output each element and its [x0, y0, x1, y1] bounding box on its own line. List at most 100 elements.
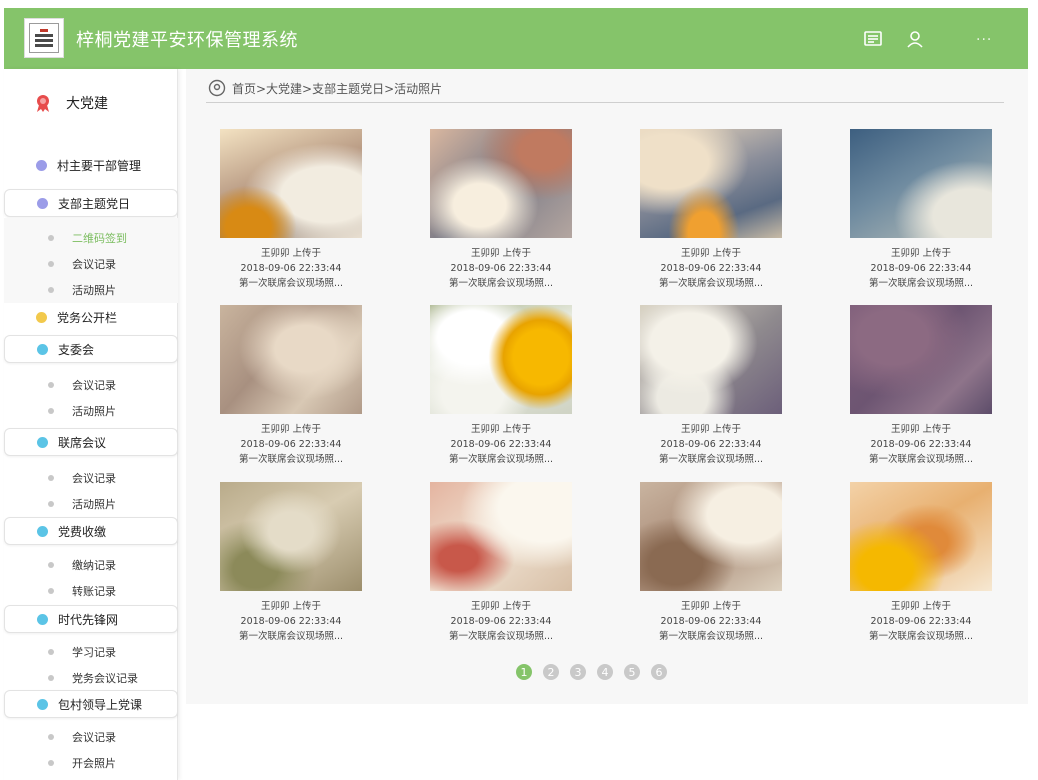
app-title: 梓桐党建平安环保管理系统 — [76, 30, 298, 51]
nav-group-label: 联席会议 — [58, 435, 107, 450]
page-button-6[interactable]: 6 — [651, 664, 667, 680]
nav-item-label: 党务会议记录 — [72, 672, 138, 685]
nav-item-label: 会议记录 — [72, 379, 116, 392]
message-icon[interactable] — [862, 28, 884, 50]
nav-item-affairs-meeting-records[interactable]: 党务会议记录 — [4, 667, 178, 689]
photo-uploader: 王卯卯 上传于 — [260, 601, 322, 612]
photo-time: 2018-09-06 22:33:44 — [240, 263, 342, 274]
nav-group-label: 党务公开栏 — [57, 310, 118, 325]
photo-thumbnail[interactable] — [430, 482, 572, 591]
nav-item-label: 活动照片 — [72, 498, 116, 511]
photo-thumbnail[interactable] — [220, 129, 362, 238]
photo-thumbnail[interactable] — [640, 482, 782, 591]
photo-card: 王卯卯 上传于 2018-09-06 22:33:44 第一次联席会议现场照... — [850, 129, 992, 291]
photo-caption: 第一次联席会议现场照... — [658, 631, 764, 642]
nav-group-joint-meeting[interactable]: 联席会议 — [4, 428, 178, 456]
page-button-3[interactable]: 3 — [570, 664, 586, 680]
photo-caption: 第一次联席会议现场照... — [868, 631, 974, 642]
photo-thumbnail[interactable] — [640, 129, 782, 238]
nav-group-label: 支部主题党日 — [58, 196, 131, 211]
dot-icon — [37, 525, 48, 537]
nav-item-label: 转账记录 — [72, 585, 116, 598]
photo-caption: 第一次联席会议现场照... — [448, 454, 554, 465]
photo-thumbnail[interactable] — [430, 129, 572, 238]
photo-thumbnail[interactable] — [850, 305, 992, 414]
nav-item-qr-signin[interactable]: 二维码签到 — [4, 227, 178, 249]
divider — [206, 102, 1004, 103]
photo-card: 王卯卯 上传于 2018-09-06 22:33:44 第一次联席会议现场照... — [640, 482, 782, 644]
sidebar-brand[interactable]: 大党建 — [34, 93, 108, 113]
nav-group-village-leader-lesson[interactable]: 包村领导上党课 — [4, 690, 178, 718]
photo-uploader: 王卯卯 上传于 — [260, 248, 322, 259]
nav-group-pioneer-net[interactable]: 时代先锋网 — [4, 605, 178, 633]
nav-item-meeting-records[interactable]: 会议记录 — [4, 374, 178, 396]
nav-item-transfer-records[interactable]: 转账记录 — [4, 580, 178, 602]
photo-thumbnail[interactable] — [850, 129, 992, 238]
dot-icon — [37, 698, 48, 710]
photo-caption: 第一次联席会议现场照... — [868, 278, 974, 289]
photo-uploader: 王卯卯 上传于 — [470, 248, 532, 259]
nav-group-label: 时代先锋网 — [58, 612, 119, 627]
photo-card: 王卯卯 上传于 2018-09-06 22:33:44 第一次联席会议现场照... — [220, 482, 362, 644]
nav-item-label: 缴纳记录 — [72, 559, 116, 572]
page-button-4[interactable]: 4 — [597, 664, 613, 680]
nav-item-study-records[interactable]: 学习记录 — [4, 641, 178, 663]
nav-item-activity-photos[interactable]: 活动照片 — [4, 400, 178, 422]
nav-group-affairs[interactable]: 党务公开栏 — [4, 303, 178, 331]
nav-item-meeting-photos[interactable]: 开会照片 — [4, 752, 178, 774]
page-button-1[interactable]: 1 — [516, 664, 532, 680]
photo-thumbnail[interactable] — [430, 305, 572, 414]
nav-item-label: 二维码签到 — [72, 232, 127, 245]
photo-uploader: 王卯卯 上传于 — [890, 424, 952, 435]
dot-icon — [36, 311, 47, 323]
nav-item-meeting-records[interactable]: 会议记录 — [4, 726, 178, 748]
nav-group-committee[interactable]: 支委会 — [4, 335, 178, 363]
photo-card: 王卯卯 上传于 2018-09-06 22:33:44 第一次联席会议现场照... — [220, 305, 362, 467]
photo-time: 2018-09-06 22:33:44 — [450, 263, 552, 274]
nav-group-label: 村主要干部管理 — [57, 158, 142, 173]
photo-thumbnail[interactable] — [850, 482, 992, 591]
photo-thumbnail[interactable] — [220, 305, 362, 414]
photo-caption: 第一次联席会议现场照... — [238, 278, 344, 289]
nav-item-meeting-records[interactable]: 会议记录 — [4, 253, 178, 275]
nav-item-activity-photos[interactable]: 活动照片 — [4, 279, 178, 301]
photo-time: 2018-09-06 22:33:44 — [660, 439, 762, 450]
breadcrumb-text: 首页>大党建>支部主题党日>活动照片 — [232, 81, 443, 96]
more-icon[interactable]: ··· — [976, 32, 992, 48]
photo-card: 王卯卯 上传于 2018-09-06 22:33:44 第一次联席会议现场照... — [640, 129, 782, 291]
photo-time: 2018-09-06 22:33:44 — [660, 616, 762, 627]
nav-group-theme-day[interactable]: 支部主题党日 — [4, 189, 178, 217]
photo-uploader: 王卯卯 上传于 — [890, 248, 952, 259]
page-button-2[interactable]: 2 — [543, 664, 559, 680]
photo-card: 王卯卯 上传于 2018-09-06 22:33:44 第一次联席会议现场照... — [850, 482, 992, 644]
photo-uploader: 王卯卯 上传于 — [680, 424, 742, 435]
dot-icon — [37, 343, 48, 355]
nav-item-activity-photos[interactable]: 活动照片 — [4, 493, 178, 515]
nav-group-party-dues[interactable]: 党费收缴 — [4, 517, 178, 545]
nav-item-label: 学习记录 — [72, 646, 116, 659]
photo-caption: 第一次联席会议现场照... — [238, 454, 344, 465]
user-icon[interactable] — [904, 28, 926, 50]
photo-time: 2018-09-06 22:33:44 — [450, 439, 552, 450]
dot-icon — [36, 159, 47, 171]
photo-thumbnail[interactable] — [220, 482, 362, 591]
dot-icon — [37, 197, 48, 209]
photo-thumbnail[interactable] — [640, 305, 782, 414]
nav-item-label: 会议记录 — [72, 258, 116, 271]
brand-label: 大党建 — [66, 96, 108, 112]
nav-item-payment-records[interactable]: 缴纳记录 — [4, 554, 178, 576]
nav-item-label: 开会照片 — [72, 757, 116, 770]
nav-item-label: 会议记录 — [72, 731, 116, 744]
dot-icon — [37, 436, 48, 448]
page-button-5[interactable]: 5 — [624, 664, 640, 680]
photo-caption: 第一次联席会议现场照... — [658, 454, 764, 465]
photo-time: 2018-09-06 22:33:44 — [870, 263, 972, 274]
photo-time: 2018-09-06 22:33:44 — [870, 616, 972, 627]
top-header: 梓桐党建平安环保管理系统 ··· — [4, 8, 1028, 69]
nav-group-cadre[interactable]: 村主要干部管理 — [4, 151, 178, 179]
breadcrumb: 首页>大党建>支部主题党日>活动照片 — [208, 79, 442, 97]
photo-uploader: 王卯卯 上传于 — [470, 424, 532, 435]
nav-group-label: 包村领导上党课 — [58, 697, 143, 712]
nav-item-meeting-records[interactable]: 会议记录 — [4, 467, 178, 489]
photo-time: 2018-09-06 22:33:44 — [870, 439, 972, 450]
